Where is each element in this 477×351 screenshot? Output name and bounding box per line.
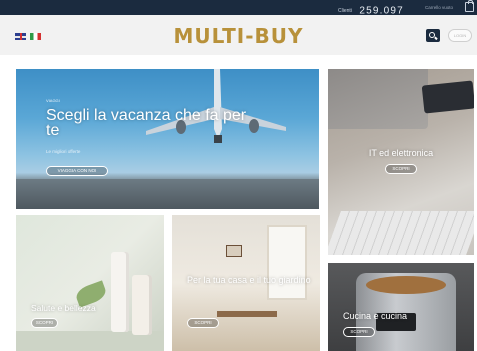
salute-discover-button[interactable]: SCOPRI bbox=[31, 318, 58, 328]
city-skyline bbox=[16, 179, 319, 209]
hero-title: Scegli la vacanza che fa per te bbox=[46, 107, 247, 139]
tile-it-electronics[interactable]: IT ed elettronica SCOPRI bbox=[328, 69, 474, 255]
search-button[interactable] bbox=[426, 29, 440, 42]
tile-home-garden[interactable]: Per la tua casa e il tuo giardino SCOPRI bbox=[172, 215, 320, 351]
travel-button[interactable]: VIAGGIA CON NOI bbox=[46, 166, 108, 176]
search-icon-handle bbox=[433, 36, 437, 41]
it-discover-button[interactable]: SCOPRI bbox=[385, 164, 417, 174]
food-image bbox=[366, 276, 446, 294]
clients-label: Clienti bbox=[338, 7, 352, 14]
bottle-image bbox=[111, 252, 129, 332]
casa-title: Per la tua casa e il tuo giardino bbox=[187, 275, 311, 285]
cucina-title: Cucina e cucina bbox=[343, 311, 408, 321]
site-header: MULTI-BUY LOGIN bbox=[0, 15, 477, 55]
cart-status[interactable]: Carrello vuoto bbox=[425, 5, 453, 10]
it-title: IT ed elettronica bbox=[368, 148, 434, 158]
laptop-image bbox=[328, 69, 428, 129]
salute-title: Salute e bellezza bbox=[31, 303, 96, 313]
tablet-image bbox=[421, 80, 474, 114]
cucina-discover-button[interactable]: SCOPRI bbox=[343, 327, 375, 337]
keyboard-image bbox=[328, 211, 474, 255]
site-logo[interactable]: MULTI-BUY bbox=[0, 24, 477, 48]
tile-health-beauty[interactable]: Salute e bellezza SCOPRI bbox=[16, 215, 164, 351]
tile-travel[interactable]: VIAGGI Scegli la vacanza che fa per te L… bbox=[16, 69, 319, 209]
bottle-image-2 bbox=[132, 275, 152, 335]
table-image bbox=[217, 311, 277, 317]
login-button[interactable]: LOGIN bbox=[448, 29, 472, 42]
picture-frame-image bbox=[226, 245, 242, 257]
casa-discover-button[interactable]: SCOPRI bbox=[187, 318, 219, 328]
window-image bbox=[267, 225, 307, 300]
hero-subtitle: Le migliori offerte bbox=[46, 149, 81, 154]
tile-kitchen[interactable]: Cucina e cucina SCOPRI bbox=[328, 263, 474, 351]
hero-kicker: VIAGGI bbox=[46, 98, 60, 103]
top-bar: Clienti 259.097 Carrello vuoto bbox=[0, 0, 477, 16]
shopping-bag-icon[interactable] bbox=[465, 0, 474, 12]
